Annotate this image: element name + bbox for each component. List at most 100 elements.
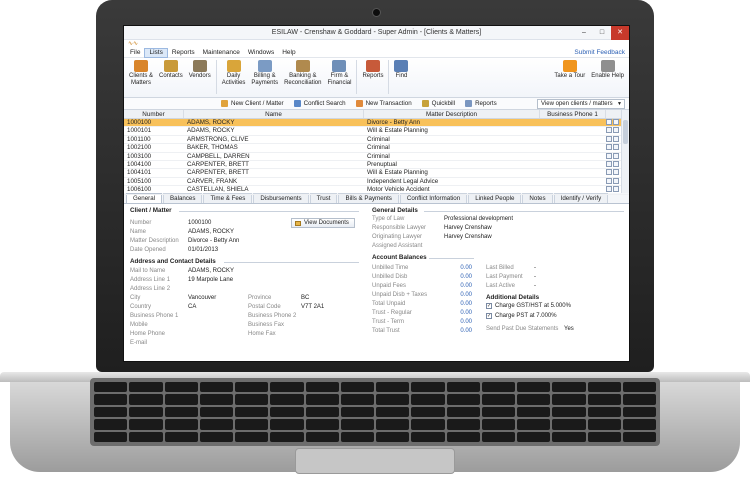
table-row[interactable]: 1005100 CARVER, FRANK Independent Legal Ad… [124,177,629,187]
clients-matters-button[interactable]: Clients & Matters [126,60,156,86]
table-cell [540,144,606,151]
new-transaction-button[interactable]: New Transaction [351,98,417,110]
field-label: Business Fax [248,322,285,328]
table-row[interactable]: 1000101 ADAMS, ROCKY Will & Estate Plannin… [124,127,629,136]
table-cell: 1004101 [127,169,152,177]
row-edit-icon[interactable] [606,160,612,167]
keyboard-key [481,406,515,418]
close-button[interactable]: ✕ [611,26,629,40]
row-open-icon[interactable] [613,169,619,176]
table-row[interactable]: 1001100 ARMSTRONG, CLIVE Criminal [124,135,629,145]
row-open-icon[interactable] [613,186,619,193]
menu-lists[interactable]: Lists [144,47,168,58]
ribbon-separator [356,60,358,94]
field-label: Assigned Assistant [372,243,423,249]
table-row[interactable]: 1006100 CASTELLAN, SHIELA Motor Vehicle Ac… [124,186,629,195]
row-edit-icon[interactable] [606,186,612,193]
find-icon [394,60,409,72]
row-edit-icon[interactable] [606,135,612,142]
keyboard-key [164,406,198,418]
take-a-tour-button[interactable]: Take a Tour [551,60,588,80]
keyboard-key [199,394,233,405]
window-title: ESILAW - Crenshaw & Goddard - Super Admi… [271,29,482,36]
menu-help[interactable]: Help [278,48,299,58]
section-divider [424,211,624,212]
table-cell [540,161,606,168]
quickbill-button[interactable]: Quickbill [417,98,460,110]
menu-windows[interactable]: Windows [244,48,278,58]
banking-reconciliation-button[interactable]: Banking & Reconciliation [281,60,324,86]
field-label: Date Opened [130,247,166,253]
table-row[interactable]: 1004101 CARPENTER, BRETT Will & Estate Pla… [124,169,629,178]
keyboard-key [270,382,304,393]
table-row[interactable]: 1003100 CAMPBELL, DARREN Criminal [124,152,629,161]
row-edit-icon[interactable] [606,144,612,151]
table-row[interactable]: 1004100 CARPENTER, BRETT Prenuptual [124,160,629,170]
row-open-icon[interactable] [613,160,619,167]
row-edit-icon[interactable] [606,119,612,125]
responsible-lawyer-value: Harvey Crenshaw [444,225,492,231]
province-value: BC [301,295,310,301]
row-edit-icon[interactable] [606,152,612,159]
table-cell: Will & Estate Planning [367,169,428,177]
gst-checkbox[interactable]: ✓ [486,303,492,309]
keyboard-key [235,394,269,405]
toolbar-reports-button[interactable]: Reports [460,98,502,110]
row-edit-icon[interactable] [606,169,612,176]
balance-value: 0.00 [460,310,472,316]
view-documents-button[interactable]: View Documents [291,218,355,228]
keyboard-key [622,406,656,418]
minimize-button[interactable]: – [575,26,593,40]
row-open-icon[interactable] [613,127,619,134]
submit-feedback-link[interactable]: Submit Feedback [574,48,625,58]
vendors-button[interactable]: Vendors [186,60,214,80]
number-value: 1000100 [188,220,212,226]
find-button[interactable]: Find [391,60,411,80]
field-label: Total Unpaid [372,301,406,307]
column-header-business-phone[interactable]: Business Phone 1 [540,110,606,118]
billing-payments-button[interactable]: Billing & Payments [248,60,281,86]
column-header-number[interactable]: Number [124,110,184,118]
row-open-icon[interactable] [613,177,619,184]
keyboard-key [622,419,656,430]
reports-button[interactable]: Reports [359,60,386,80]
reports-icon [365,60,380,72]
menu-file[interactable]: File [126,48,144,58]
row-action-icons [602,152,619,159]
keyboard-key [164,419,198,430]
contacts-button[interactable]: Contacts [156,60,186,80]
scroll-thumb[interactable] [623,120,628,144]
view-filter-select[interactable]: View open clients / matters ▼ [537,99,625,109]
menu-reports[interactable]: Reports [168,48,199,58]
table-cell: Criminal [367,144,390,152]
new-client-matter-button[interactable]: New Client / Matter [216,98,289,110]
table-row[interactable]: 1002100 BAKER, THOMAS Criminal [124,144,629,153]
menu-maintenance[interactable]: Maintenance [199,48,244,58]
row-edit-icon[interactable] [606,177,612,184]
row-open-icon[interactable] [613,152,619,159]
conflict-search-button[interactable]: Conflict Search [289,98,351,110]
keyboard-key [411,394,445,405]
enable-help-button[interactable]: Enable Help [588,60,627,80]
row-open-icon[interactable] [613,135,619,142]
row-open-icon[interactable] [613,144,619,151]
grid-scrollbar[interactable] [621,110,629,193]
row-open-icon[interactable] [613,119,619,125]
daily-activities-button[interactable]: Daily Activities [219,60,249,86]
column-header-matter-description[interactable]: Matter Description [364,110,540,118]
list-toolbar: New Client / Matter Conflict Search New … [124,98,629,110]
column-header-name[interactable]: Name [184,110,364,118]
pst-checkbox[interactable]: ✓ [486,313,492,319]
maximize-button[interactable]: □ [593,26,611,40]
city-value: Vancouver [188,295,217,301]
firm-financial-button[interactable]: Firm & Financial [324,60,354,86]
keyboard-key [622,394,656,405]
keyboard-key [411,431,445,442]
row-edit-icon[interactable] [606,127,612,134]
balance-value: 0.00 [460,274,472,280]
table-cell: Divorce - Betty Ann [367,119,420,126]
keyboard-key [340,394,374,405]
table-row[interactable]: 1000100 ADAMS, ROCKY Divorce - Betty Ann [124,119,629,128]
field-label: Unbilled Disb [372,274,408,280]
last-billed-value: - [534,265,536,271]
